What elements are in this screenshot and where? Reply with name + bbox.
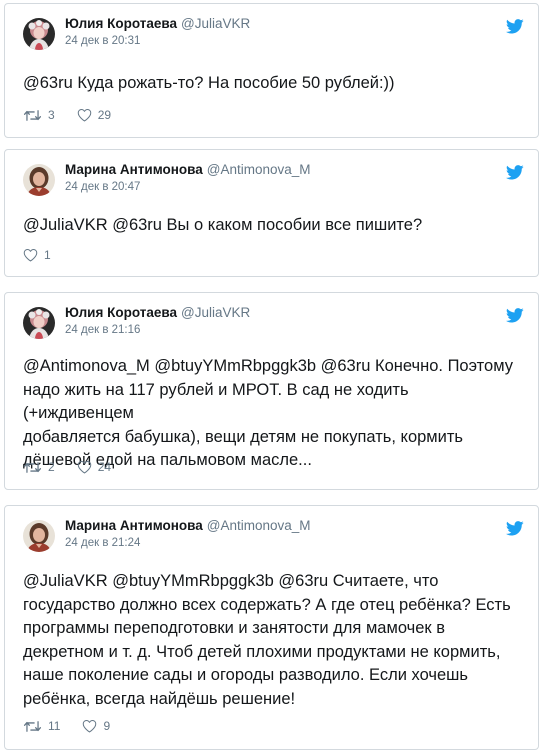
retweet-count: 3 [48,108,55,122]
heart-icon [77,108,92,122]
twitter-bird-icon[interactable] [506,165,524,180]
avatar[interactable] [23,18,55,50]
tweet-card[interactable]: Юлия Коротаева @JuliaVKR 24 дек в 20:31 @… [4,3,539,138]
retweet-button[interactable]: 11 [23,719,60,733]
heart-icon [82,719,97,733]
twitter-bird-icon[interactable] [506,308,524,323]
tweet-card[interactable]: Юлия Коротаева @JuliaVKR 24 дек в 21:16 @… [4,292,539,490]
retweet-count: 2 [48,460,55,474]
retweet-button[interactable]: 3 [23,108,55,122]
author-display-name[interactable]: Юлия Коротаева [65,305,177,320]
author-name[interactable]: Марина Антимонова @Antimonova_M [65,518,311,533]
like-button[interactable]: 29 [77,108,111,122]
avatar[interactable] [23,164,55,196]
retweet-icon [23,109,42,122]
avatar[interactable] [23,520,55,552]
author-display-name[interactable]: Юлия Коротаева [65,16,177,31]
author-name[interactable]: Юлия Коротаева @JuliaVKR [65,305,250,320]
heart-icon [77,460,92,474]
like-count: 29 [97,108,112,122]
heart-icon [23,248,38,262]
like-button[interactable]: 1 [23,248,51,262]
author-display-name[interactable]: Марина Антимонова [65,162,203,177]
author-handle[interactable]: @Antimonova_M [207,518,311,533]
tweet-text: @JuliaVKR @63ru Вы о каком пособии все п… [23,216,423,234]
like-count: 1 [44,248,51,262]
tweet-card[interactable]: Марина Антимонова @Antimonova_M 24 дек в … [4,505,539,750]
like-count: 9 [103,719,111,733]
like-button[interactable]: 24 [77,460,111,474]
retweet-icon [23,720,42,733]
twitter-bird-icon[interactable] [506,521,524,536]
tweet-actions: 3 29 [23,108,111,122]
tweet-date[interactable]: 24 дек в 21:24 [65,537,140,549]
tweet-text: @63ru Куда рожать-то? На пособие 50 рубл… [23,74,395,92]
twitter-bird-icon[interactable] [506,19,524,34]
retweet-button[interactable]: 2 [23,460,55,474]
tweet-actions: 11 9 [23,719,110,733]
tweet-date[interactable]: 24 дек в 20:31 [65,35,140,47]
avatar[interactable] [23,307,55,339]
like-count: 24 [97,460,112,474]
author-handle[interactable]: @JuliaVKR [181,16,250,31]
tweet-text: @Antimonova_M @btuyYMmRbpggk3b @63ru Кон… [23,357,513,469]
author-name[interactable]: Юлия Коротаева @JuliaVKR [65,16,250,31]
retweet-count: 11 [48,719,61,733]
tweet-actions: 1 [23,248,51,262]
tweet-actions: 2 24 [23,460,111,474]
tweet-date[interactable]: 24 дек в 21:16 [65,324,140,336]
like-button[interactable]: 9 [82,719,110,733]
author-handle[interactable]: @Antimonova_M [207,162,311,177]
tweet-date[interactable]: 24 дек в 20:47 [65,181,140,193]
tweet-text: @JuliaVKR @btuyYMmRbpggk3b @63ru Считает… [23,572,511,708]
author-display-name[interactable]: Марина Антимонова [65,518,203,533]
author-handle[interactable]: @JuliaVKR [181,305,250,320]
tweet-card[interactable]: Марина Антимонова @Antimonova_M 24 дек в … [4,149,539,277]
retweet-icon [23,461,42,474]
author-name[interactable]: Марина Антимонова @Antimonova_M [65,162,311,177]
